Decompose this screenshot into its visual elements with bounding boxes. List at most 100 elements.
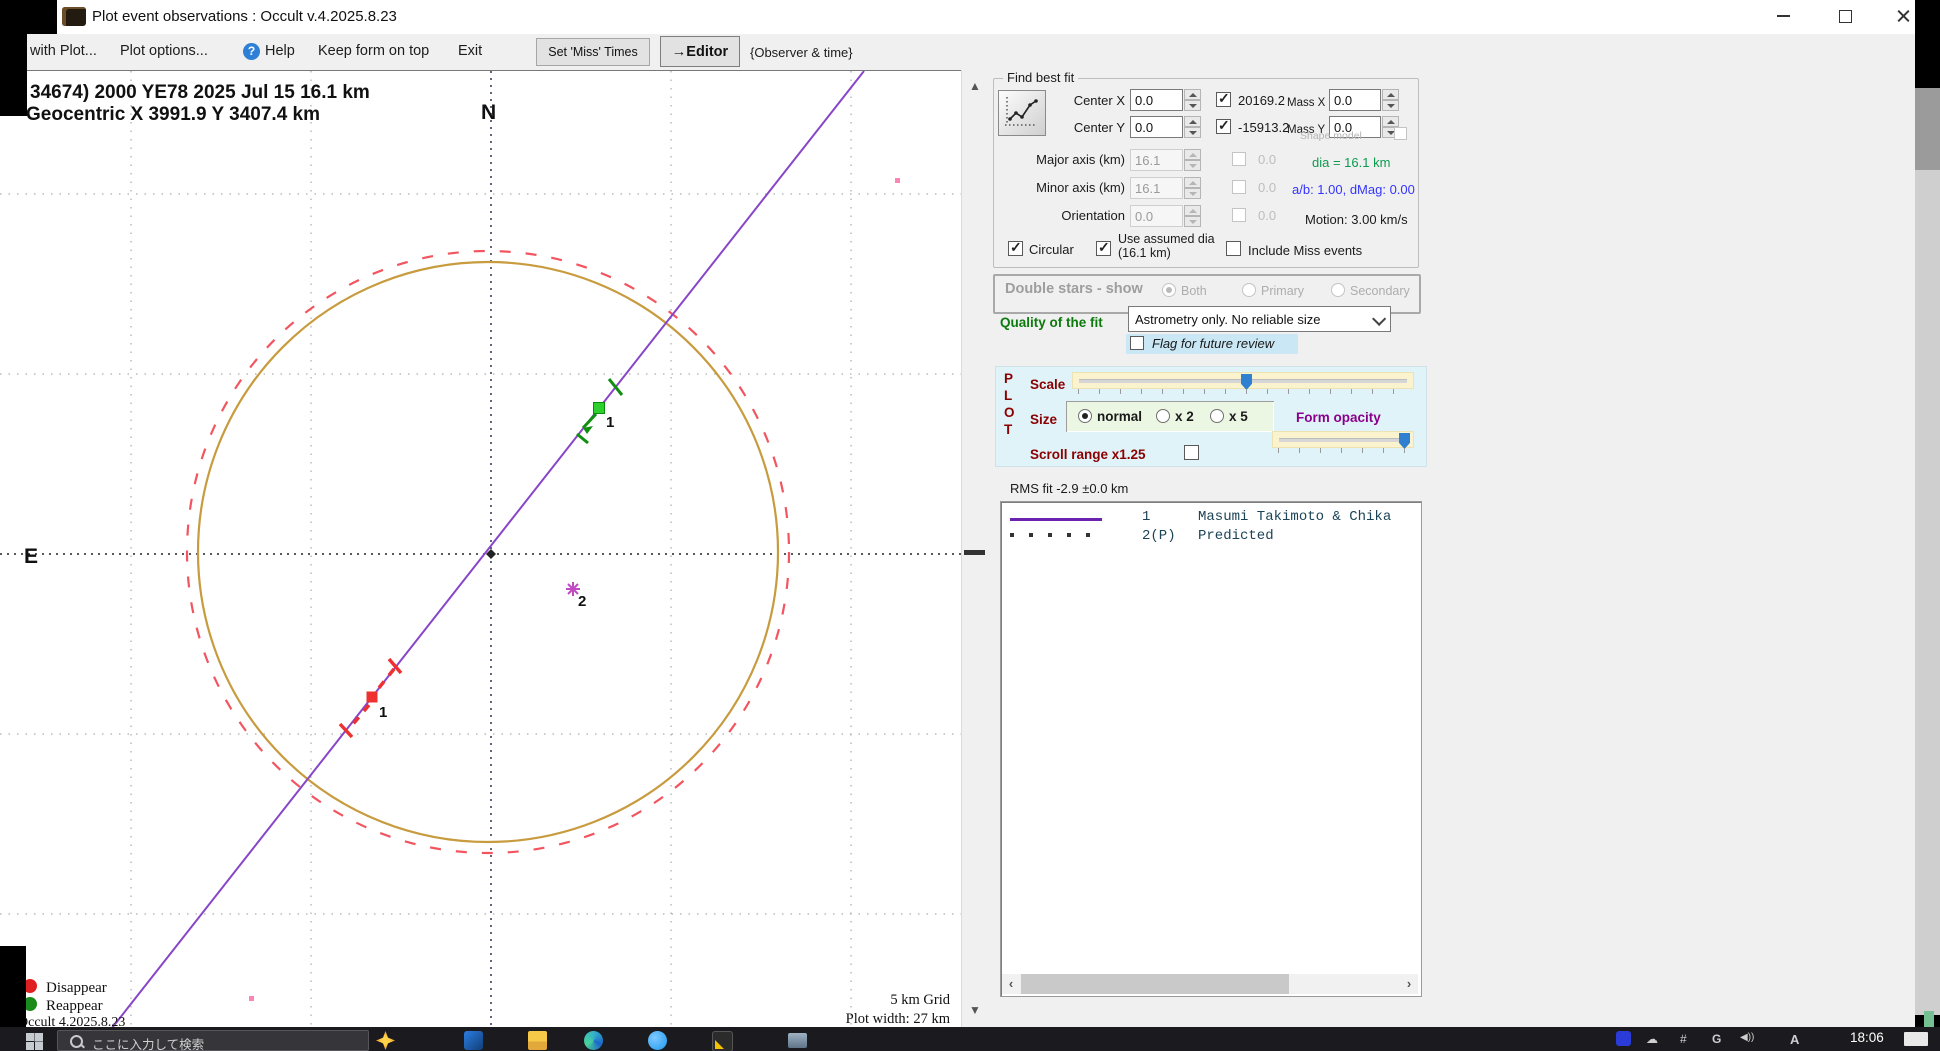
scroll-right-icon[interactable]: ›	[1400, 974, 1418, 994]
mass-x-input[interactable]: 0.0	[1329, 89, 1381, 111]
minor-axis-alt-value: 0.0	[1258, 180, 1276, 195]
desktop-edge-thumb[interactable]	[1915, 88, 1940, 170]
flag-review-label: Flag for future review	[1152, 336, 1274, 351]
scroll-down-icon[interactable]: ▼	[962, 998, 988, 1022]
set-miss-times-button[interactable]: Set 'Miss' Times	[536, 38, 650, 66]
size-x2-radio[interactable]	[1156, 409, 1170, 423]
device-icon[interactable]	[788, 1033, 807, 1048]
red-event-label: 1	[379, 704, 387, 721]
center-y-input[interactable]: 0.0	[1130, 116, 1183, 138]
edge-browser-icon[interactable]	[584, 1031, 603, 1050]
tray-grid-icon[interactable]: #	[1680, 1032, 1687, 1046]
shape-model-checkbox[interactable]	[1394, 127, 1407, 140]
scroll-up-icon[interactable]: ▲	[962, 74, 988, 98]
window-title: Plot event observations : Occult v.4.202…	[92, 8, 397, 25]
menu-with-plot[interactable]: with Plot...	[30, 43, 97, 59]
tray-app-icon[interactable]	[1616, 1031, 1631, 1046]
plot-letter-p: P	[1004, 371, 1013, 386]
mail-app-icon[interactable]	[464, 1031, 483, 1050]
green-event-marker	[577, 379, 622, 443]
editor-button[interactable]: →Editor	[660, 36, 740, 67]
plot-letter-t: T	[1004, 422, 1012, 437]
desktop-edge-scrollbar[interactable]	[1915, 88, 1940, 1015]
menu-help[interactable]: Help	[265, 43, 295, 59]
menu-keep-on-top[interactable]: Keep form on top	[318, 43, 429, 59]
minor-axis-spinner[interactable]	[1184, 177, 1201, 199]
double-both-radio[interactable]	[1162, 283, 1176, 297]
chevron-down-icon	[1372, 312, 1386, 326]
major-axis-spinner[interactable]	[1184, 149, 1201, 171]
center-y-spinner[interactable]	[1184, 116, 1201, 138]
minor-axis-alt-checkbox[interactable]	[1232, 180, 1246, 194]
center-x-spinner[interactable]	[1184, 89, 1201, 111]
size-normal-radio[interactable]	[1078, 409, 1092, 423]
orientation-alt-value: 0.0	[1258, 208, 1276, 223]
taskbar-search[interactable]: ここに入力して検索	[57, 1030, 369, 1051]
center-x-input[interactable]: 0.0	[1130, 89, 1183, 111]
tray-g-icon[interactable]: G	[1712, 1032, 1721, 1046]
quality-value: Astrometry only. No reliable size	[1135, 312, 1320, 327]
clip-studio-icon[interactable]	[376, 1031, 395, 1050]
mass-y-checkbox[interactable]	[1216, 119, 1231, 134]
mass-x-checkbox[interactable]	[1216, 92, 1231, 107]
minor-axis-input[interactable]: 16.1	[1130, 177, 1183, 199]
scroll-left-icon[interactable]: ‹	[1002, 974, 1020, 994]
orientation-alt-checkbox[interactable]	[1232, 208, 1246, 222]
twitter-app-icon[interactable]	[648, 1031, 667, 1050]
orientation-label: Orientation	[1010, 208, 1125, 223]
size-x5-radio[interactable]	[1210, 409, 1224, 423]
major-axis-input[interactable]: 16.1	[1130, 149, 1183, 171]
onedrive-cloud-icon[interactable]: ☁	[1646, 1032, 1658, 1046]
minimize-button[interactable]	[1768, 2, 1798, 30]
use-assumed-checkbox[interactable]	[1096, 241, 1111, 256]
file-explorer-icon[interactable]	[528, 1031, 547, 1050]
double-stars-title: Double stars - show	[1005, 281, 1143, 297]
observer-listbox[interactable]	[1000, 501, 1422, 997]
circular-checkbox[interactable]	[1008, 241, 1023, 256]
quality-label: Quality of the fit	[1000, 315, 1103, 330]
mass-x-coefficient: 20169.2	[1238, 93, 1285, 108]
start-button[interactable]	[26, 1033, 43, 1050]
plot-header-line1: 34674) 2000 YE78 2025 Jul 15 16.1 km	[30, 82, 370, 103]
observer1-number: 1	[1142, 509, 1150, 525]
scale-label: Scale	[1030, 377, 1065, 392]
scroll-range-checkbox[interactable]	[1184, 445, 1199, 460]
list-horizontal-scrollbar[interactable]: ‹ ›	[1002, 974, 1418, 994]
observer-time-label[interactable]: {Observer & time}	[750, 45, 853, 60]
menu-exit[interactable]: Exit	[458, 43, 482, 59]
scale-slider-thumb[interactable]	[1241, 374, 1252, 390]
predicted-label: 2	[578, 593, 586, 610]
form-opacity-slider-thumb[interactable]	[1399, 433, 1410, 449]
form-opacity-slider[interactable]	[1272, 431, 1414, 448]
ime-mode-icon[interactable]: A	[1790, 1032, 1799, 1047]
plot-canvas[interactable]: 1 1 2 34674) 2000 YE78 2025 Jul 15 16.1 …	[0, 70, 963, 1027]
plot-letter-o: O	[1004, 405, 1015, 420]
grid-scale-label: 5 km Grid	[890, 992, 950, 1008]
use-assumed-label: Use assumed dia (16.1 km)	[1118, 232, 1233, 260]
maximize-button[interactable]	[1830, 2, 1860, 30]
taskbar-clock[interactable]: 18:06	[1850, 1030, 1884, 1045]
double-secondary-radio[interactable]	[1331, 283, 1345, 297]
motion-text: Motion: 3.00 km/s	[1305, 212, 1408, 227]
double-primary-radio[interactable]	[1242, 283, 1256, 297]
volume-icon[interactable]: ◀))	[1740, 1032, 1754, 1043]
notification-icon[interactable]	[1904, 1032, 1928, 1046]
close-button[interactable]	[1888, 2, 1918, 30]
mass-x-spinner[interactable]	[1382, 89, 1399, 111]
quality-select[interactable]: Astrometry only. No reliable size	[1128, 306, 1391, 332]
plot-vertical-scrollbar[interactable]: ▲ ▼	[961, 70, 988, 1027]
orientation-input[interactable]: 0.0	[1130, 205, 1183, 227]
scale-slider[interactable]	[1072, 372, 1414, 389]
orientation-spinner[interactable]	[1184, 205, 1201, 227]
scrollbar-axis-tick	[964, 550, 985, 555]
flag-review-checkbox[interactable]	[1130, 336, 1144, 350]
menu-bar: with Plot... Plot options... ? Help Keep…	[27, 34, 1915, 71]
menu-plot-options[interactable]: Plot options...	[120, 43, 208, 59]
hscroll-thumb[interactable]	[1021, 974, 1289, 994]
include-miss-checkbox[interactable]	[1226, 241, 1241, 256]
major-axis-alt-checkbox[interactable]	[1232, 152, 1246, 166]
double-secondary-label: Secondary	[1350, 284, 1410, 298]
shape-model-label: Shape model	[1300, 130, 1362, 142]
app-icon	[62, 7, 86, 26]
paint-app-icon[interactable]	[712, 1031, 733, 1051]
